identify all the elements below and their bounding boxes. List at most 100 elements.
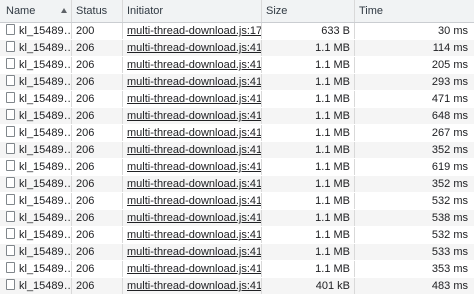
- request-name-cell[interactable]: kl_15489…: [0, 193, 72, 209]
- size-cell: 1.1 MB: [262, 244, 355, 260]
- size-cell: 1.1 MB: [262, 142, 355, 158]
- size-cell: 1.1 MB: [262, 193, 355, 209]
- size-cell: 1.1 MB: [262, 91, 355, 107]
- time-cell: 648 ms: [431, 110, 468, 122]
- request-name: kl_15489…: [19, 161, 72, 173]
- table-row[interactable]: kl_15489… 206 multi-thread-download.js:41 1…: [0, 261, 474, 278]
- request-name-cell[interactable]: kl_15489…: [0, 278, 72, 294]
- table-row[interactable]: kl_15489… 206 multi-thread-download.js:41 1…: [0, 74, 474, 91]
- initiator-link[interactable]: multi-thread-download.js:41: [127, 144, 261, 156]
- initiator-link[interactable]: multi-thread-download.js:41: [127, 263, 261, 275]
- table-row[interactable]: kl_15489… 206 multi-thread-download.js:41 1…: [0, 57, 474, 74]
- table-header: Name Status Initiator Size Time: [0, 0, 474, 23]
- request-name-cell[interactable]: kl_15489…: [0, 91, 72, 107]
- request-name: kl_15489…: [19, 280, 72, 292]
- initiator-link[interactable]: multi-thread-download.js:41: [127, 212, 261, 224]
- size-cell: 1.1 MB: [262, 261, 355, 277]
- initiator-cell: multi-thread-download.js:41: [123, 40, 262, 56]
- status-cell: 200: [72, 23, 123, 39]
- status-cell: 206: [72, 176, 123, 192]
- size-cell: 401 kB: [262, 278, 355, 294]
- table-row[interactable]: kl_15489… 206 multi-thread-download.js:41 1…: [0, 176, 474, 193]
- initiator-cell: multi-thread-download.js:17: [123, 23, 262, 39]
- table-row[interactable]: kl_15489… 206 multi-thread-download.js:41 1…: [0, 193, 474, 210]
- time-cell: 533 ms: [431, 246, 468, 258]
- size-cell: 1.1 MB: [262, 159, 355, 175]
- document-icon: [6, 228, 15, 239]
- table-row[interactable]: kl_15489… 206 multi-thread-download.js:41 1…: [0, 244, 474, 261]
- table-row[interactable]: kl_15489… 200 multi-thread-download.js:17 6…: [0, 23, 474, 40]
- document-icon: [6, 262, 15, 273]
- request-name-cell[interactable]: kl_15489…: [0, 227, 72, 243]
- initiator-link[interactable]: multi-thread-download.js:41: [127, 280, 261, 292]
- initiator-cell: multi-thread-download.js:41: [123, 244, 262, 260]
- request-name-cell[interactable]: kl_15489…: [0, 74, 72, 90]
- request-name-cell[interactable]: kl_15489…: [0, 108, 72, 124]
- initiator-cell: multi-thread-download.js:41: [123, 261, 262, 277]
- request-name: kl_15489…: [19, 42, 72, 54]
- initiator-link[interactable]: multi-thread-download.js:41: [127, 76, 261, 88]
- initiator-link[interactable]: multi-thread-download.js:41: [127, 93, 261, 105]
- table-row[interactable]: kl_15489… 206 multi-thread-download.js:41 1…: [0, 210, 474, 227]
- table-row[interactable]: kl_15489… 206 multi-thread-download.js:41 1…: [0, 159, 474, 176]
- column-header-name[interactable]: Name: [0, 0, 72, 22]
- table-row[interactable]: kl_15489… 206 multi-thread-download.js:41 4…: [0, 278, 474, 295]
- initiator-link[interactable]: multi-thread-download.js:41: [127, 127, 261, 139]
- initiator-link[interactable]: multi-thread-download.js:41: [127, 246, 261, 258]
- request-name-cell[interactable]: kl_15489…: [0, 244, 72, 260]
- table-row[interactable]: kl_15489… 206 multi-thread-download.js:41 1…: [0, 108, 474, 125]
- initiator-cell: multi-thread-download.js:41: [123, 210, 262, 226]
- initiator-cell: multi-thread-download.js:41: [123, 227, 262, 243]
- table-row[interactable]: kl_15489… 206 multi-thread-download.js:41 1…: [0, 227, 474, 244]
- request-name-cell[interactable]: kl_15489…: [0, 261, 72, 277]
- size-cell: 633 B: [262, 23, 355, 39]
- initiator-link[interactable]: multi-thread-download.js:41: [127, 110, 261, 122]
- time-cell: 619 ms: [431, 161, 468, 173]
- size-cell: 1.1 MB: [262, 40, 355, 56]
- status-cell: 206: [72, 261, 123, 277]
- status-cell: 206: [72, 210, 123, 226]
- column-header-initiator[interactable]: Initiator: [123, 0, 262, 22]
- sort-ascending-icon[interactable]: [61, 8, 67, 13]
- initiator-link[interactable]: multi-thread-download.js:17: [127, 25, 261, 37]
- request-name-cell[interactable]: kl_15489…: [0, 210, 72, 226]
- initiator-link[interactable]: multi-thread-download.js:41: [127, 178, 261, 190]
- status-cell: 206: [72, 91, 123, 107]
- table-row[interactable]: kl_15489… 206 multi-thread-download.js:41 1…: [0, 91, 474, 108]
- request-name-cell[interactable]: kl_15489…: [0, 57, 72, 73]
- table-body: kl_15489… 200 multi-thread-download.js:17 6…: [0, 23, 474, 295]
- status-cell: 206: [72, 108, 123, 124]
- column-header-status[interactable]: Status: [72, 0, 123, 22]
- status-cell: 206: [72, 159, 123, 175]
- initiator-link[interactable]: multi-thread-download.js:41: [127, 161, 261, 173]
- initiator-link[interactable]: multi-thread-download.js:41: [127, 195, 261, 207]
- document-icon: [6, 177, 15, 188]
- initiator-cell: multi-thread-download.js:41: [123, 91, 262, 107]
- column-header-name-label: Name: [6, 5, 36, 17]
- initiator-link[interactable]: multi-thread-download.js:41: [127, 42, 261, 54]
- request-name-cell[interactable]: kl_15489…: [0, 125, 72, 141]
- request-name-cell[interactable]: kl_15489…: [0, 176, 72, 192]
- request-name-cell[interactable]: kl_15489…: [0, 23, 72, 39]
- request-name: kl_15489…: [19, 246, 72, 258]
- request-name-cell[interactable]: kl_15489…: [0, 159, 72, 175]
- status-cell: 206: [72, 227, 123, 243]
- column-header-size[interactable]: Size: [262, 0, 355, 22]
- time-cell: 471 ms: [431, 93, 468, 105]
- table-row[interactable]: kl_15489… 206 multi-thread-download.js:41 1…: [0, 142, 474, 159]
- request-name-cell[interactable]: kl_15489…: [0, 40, 72, 56]
- table-row[interactable]: kl_15489… 206 multi-thread-download.js:41 1…: [0, 125, 474, 142]
- column-header-time[interactable]: Time: [355, 0, 474, 22]
- document-icon: [6, 92, 15, 103]
- status-cell: 206: [72, 142, 123, 158]
- table-row[interactable]: kl_15489… 206 multi-thread-download.js:41 1…: [0, 40, 474, 57]
- document-icon: [6, 211, 15, 222]
- initiator-link[interactable]: multi-thread-download.js:41: [127, 59, 261, 71]
- status-cell: 206: [72, 74, 123, 90]
- size-cell: 1.1 MB: [262, 176, 355, 192]
- initiator-link[interactable]: multi-thread-download.js:41: [127, 229, 261, 241]
- document-icon: [6, 58, 15, 69]
- request-name: kl_15489…: [19, 195, 72, 207]
- time-cell: 538 ms: [431, 212, 468, 224]
- request-name-cell[interactable]: kl_15489…: [0, 142, 72, 158]
